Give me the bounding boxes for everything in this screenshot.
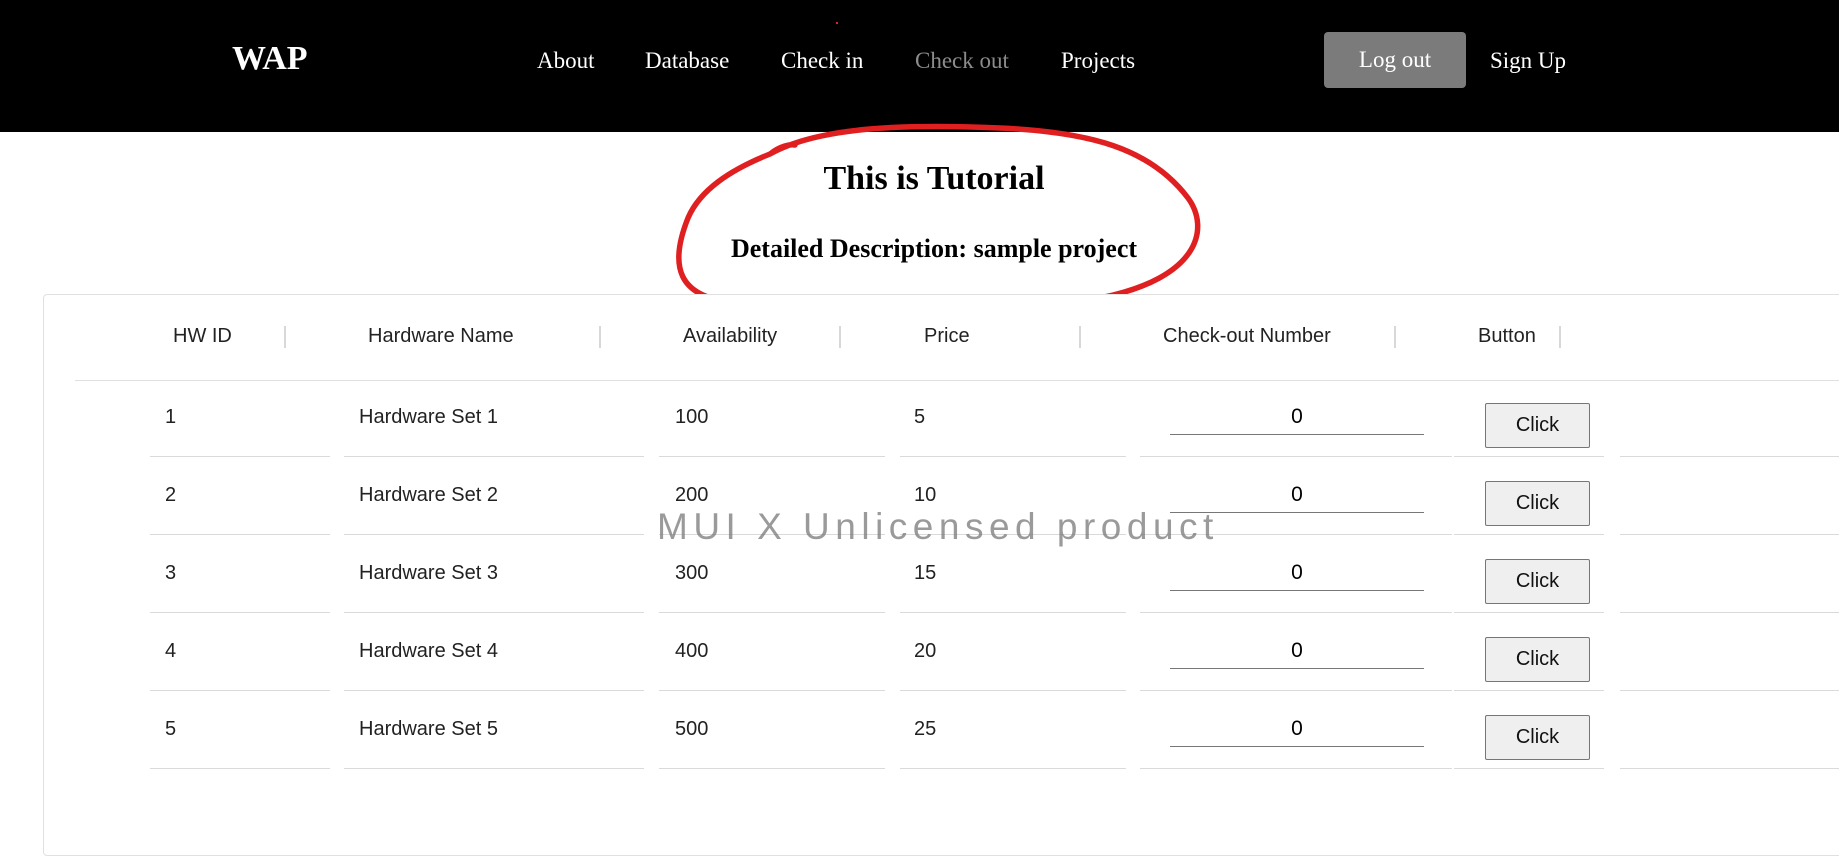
cell-price: 10: [914, 484, 937, 506]
row-divider: [344, 690, 644, 691]
cell-hardware-name: Hardware Set 4: [359, 640, 498, 662]
row-divider: [1454, 612, 1604, 613]
click-button[interactable]: Click: [1485, 481, 1590, 526]
click-button[interactable]: Click: [1485, 715, 1590, 760]
nav-link-about[interactable]: About: [537, 48, 595, 74]
nav-link-check-out[interactable]: Check out: [915, 48, 1009, 74]
row-divider: [1620, 456, 1839, 457]
row-divider: [1140, 456, 1452, 457]
column-header-hardware-name[interactable]: Hardware Name: [368, 325, 514, 348]
column-separator[interactable]: [284, 326, 286, 348]
row-divider: [1620, 768, 1839, 769]
cell-availability: 300: [675, 562, 709, 584]
annotation-circle: [676, 123, 1201, 314]
row-divider: [150, 690, 330, 691]
nav-link-database[interactable]: Database: [645, 48, 729, 74]
annotation-dot: [836, 22, 838, 24]
row-divider: [900, 456, 1126, 457]
checkout-number-input[interactable]: [1170, 556, 1424, 591]
row-divider: [900, 768, 1126, 769]
row-divider: [344, 534, 644, 535]
row-divider: [1620, 690, 1839, 691]
row-divider: [344, 612, 644, 613]
row-divider: [659, 768, 885, 769]
row-divider: [150, 768, 330, 769]
row-divider: [659, 612, 885, 613]
row-divider: [900, 612, 1126, 613]
cell-availability: 200: [675, 484, 709, 506]
column-header-price[interactable]: Price: [924, 325, 970, 348]
row-divider: [659, 534, 885, 535]
cell-hardware-name: Hardware Set 1: [359, 406, 498, 428]
row-divider: [150, 534, 330, 535]
signup-link[interactable]: Sign Up: [1490, 48, 1566, 74]
click-button[interactable]: Click: [1485, 637, 1590, 682]
cell-availability: 400: [675, 640, 709, 662]
column-header-hw-id[interactable]: HW ID: [173, 325, 232, 348]
row-divider: [659, 690, 885, 691]
column-separator[interactable]: [839, 326, 841, 348]
row-divider: [344, 456, 644, 457]
cell-hardware-name: Hardware Set 5: [359, 718, 498, 740]
row-divider: [1620, 612, 1839, 613]
cell-price: 20: [914, 640, 937, 662]
click-button[interactable]: Click: [1485, 403, 1590, 448]
checkout-number-input[interactable]: [1170, 712, 1424, 747]
row-divider: [150, 456, 330, 457]
navbar: WAP About Database Check in Check out Pr…: [0, 0, 1839, 132]
header-divider: [75, 380, 1839, 381]
row-divider: [659, 456, 885, 457]
checkout-number-input[interactable]: [1170, 634, 1424, 669]
cell-hw-id: 4: [165, 640, 177, 662]
row-divider: [1454, 768, 1604, 769]
row-divider: [1620, 534, 1839, 535]
cell-hw-id: 3: [165, 562, 177, 584]
column-header-availability[interactable]: Availability: [683, 325, 777, 348]
cell-availability: 500: [675, 718, 709, 740]
row-divider: [900, 534, 1126, 535]
cell-availability: 100: [675, 406, 709, 428]
row-divider: [1454, 690, 1604, 691]
cell-hw-id: 1: [165, 406, 177, 428]
project-description: Detailed Description: sample project: [730, 234, 1138, 263]
cell-hardware-name: Hardware Set 3: [359, 562, 498, 584]
click-button[interactable]: Click: [1485, 559, 1590, 604]
cell-price: 25: [914, 718, 937, 740]
row-divider: [344, 768, 644, 769]
column-header-button[interactable]: Button: [1478, 325, 1536, 348]
row-divider: [1454, 534, 1604, 535]
column-header-checkout-number[interactable]: Check-out Number: [1163, 325, 1331, 348]
nav-link-projects[interactable]: Projects: [1061, 48, 1135, 74]
cell-price: 5: [914, 406, 926, 428]
row-divider: [1140, 612, 1452, 613]
cell-hardware-name: Hardware Set 2: [359, 484, 498, 506]
row-divider: [150, 612, 330, 613]
row-divider: [1140, 768, 1452, 769]
column-separator[interactable]: [1394, 326, 1396, 348]
logout-button[interactable]: Log out: [1324, 32, 1466, 88]
nav-link-check-in[interactable]: Check in: [781, 48, 863, 74]
cell-hw-id: 2: [165, 484, 177, 506]
project-title: This is Tutorial: [823, 160, 1045, 197]
checkout-number-input[interactable]: [1170, 400, 1424, 435]
row-divider: [1454, 456, 1604, 457]
cell-price: 15: [914, 562, 937, 584]
brand-logo[interactable]: WAP: [232, 40, 308, 78]
row-divider: [900, 690, 1126, 691]
checkout-number-input[interactable]: [1170, 478, 1424, 513]
row-divider: [1140, 534, 1452, 535]
row-divider: [1140, 690, 1452, 691]
column-separator[interactable]: [1079, 326, 1081, 348]
column-separator[interactable]: [1559, 326, 1561, 348]
column-separator[interactable]: [599, 326, 601, 348]
cell-hw-id: 5: [165, 718, 177, 740]
